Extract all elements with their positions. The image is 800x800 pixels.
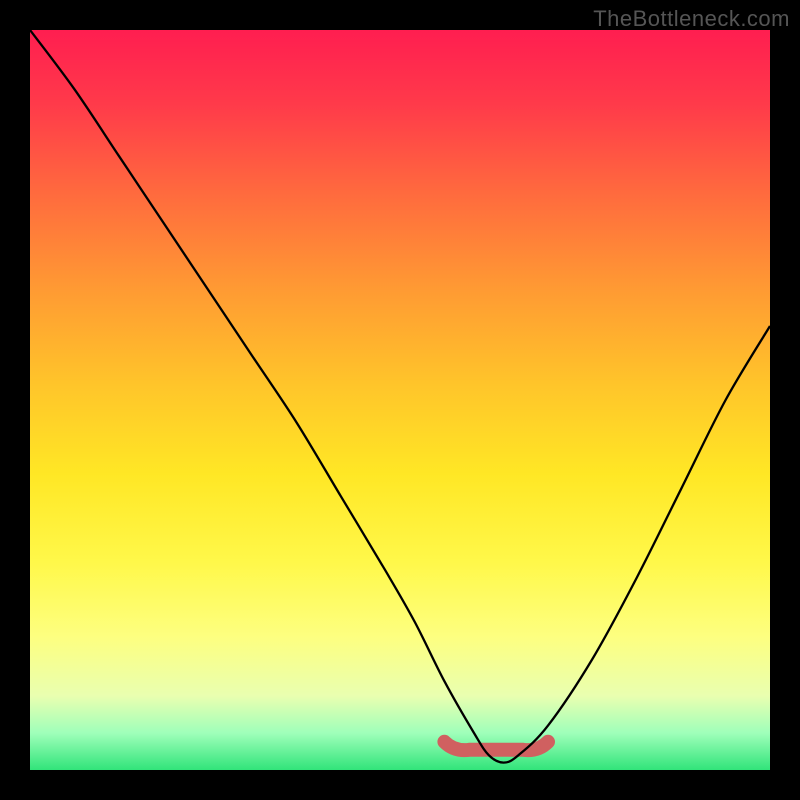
bottleneck-curve [30,30,770,763]
watermark-text: TheBottleneck.com [593,6,790,32]
chart-frame: TheBottleneck.com [0,0,800,800]
chart-svg [30,30,770,770]
plot-area [30,30,770,770]
